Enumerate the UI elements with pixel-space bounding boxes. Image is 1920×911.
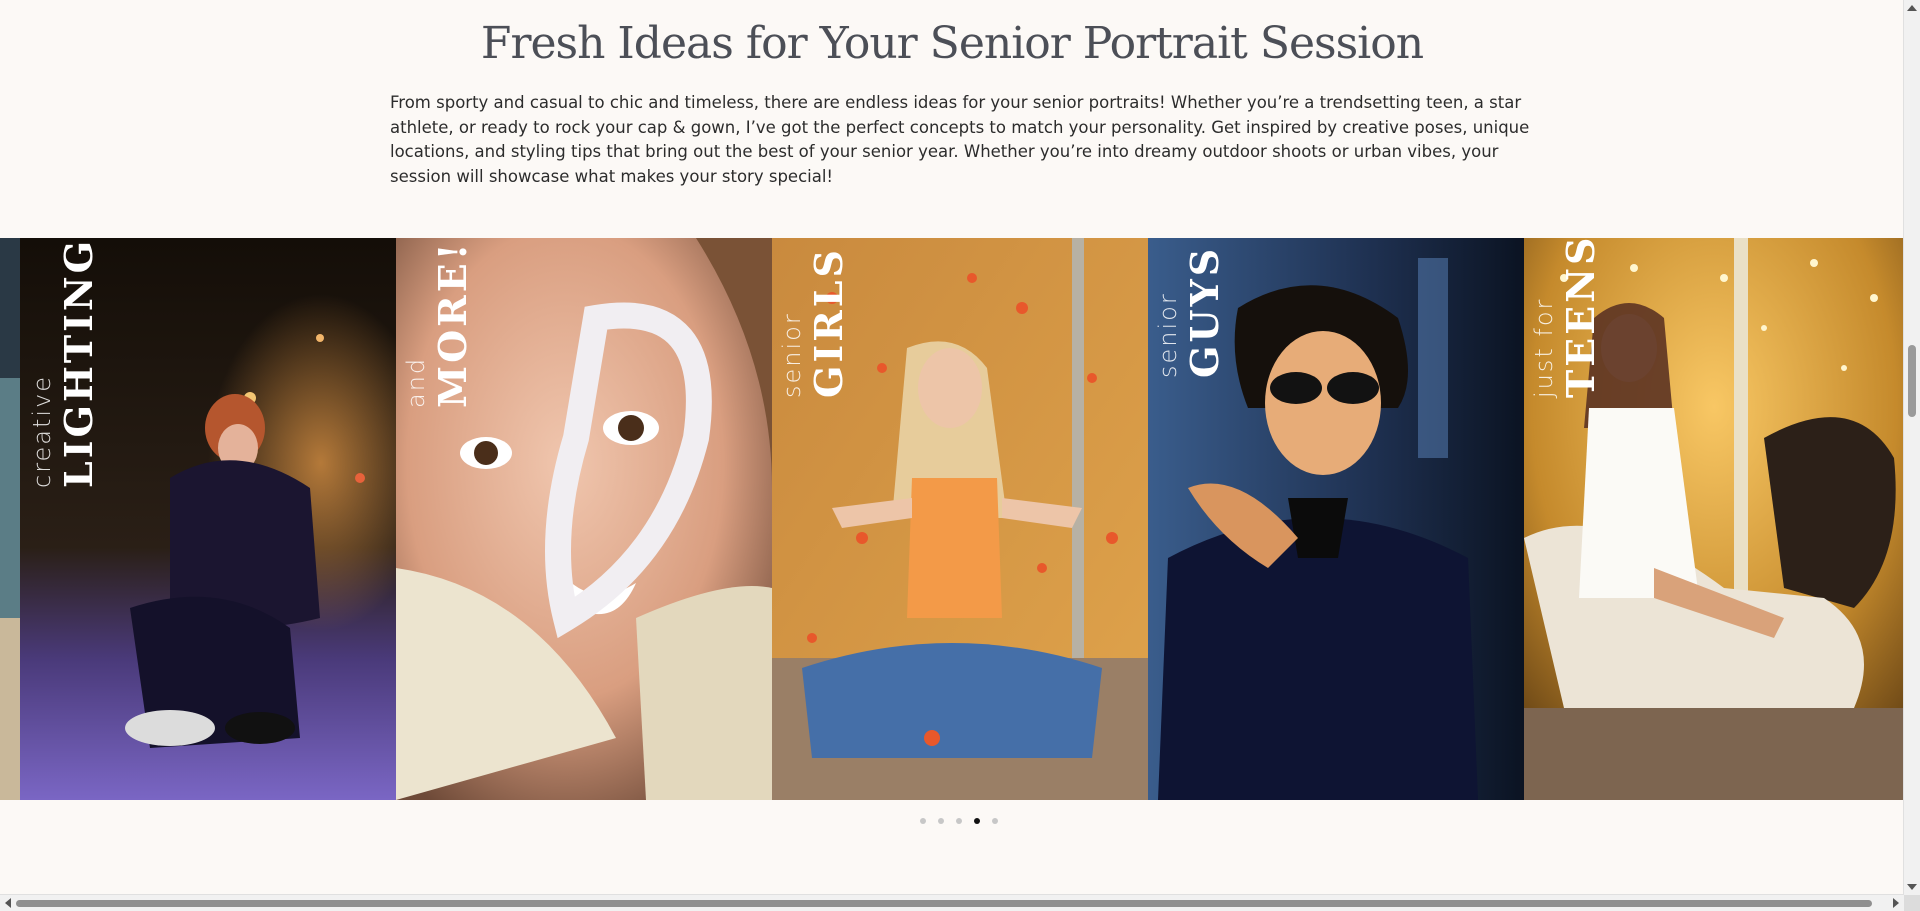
page: Fresh Ideas for Your Senior Portrait Ses…	[0, 0, 1904, 895]
slide-label-small: and	[402, 356, 430, 408]
vertical-scrollbar[interactable]	[1903, 0, 1920, 895]
carousel-dot-1[interactable]	[920, 818, 926, 824]
horizontal-scrollbar[interactable]	[0, 894, 1904, 911]
carousel-photo	[0, 238, 20, 800]
carousel-dot-4-active[interactable]	[974, 818, 980, 824]
slide-label-big: LIGHTING	[56, 238, 101, 488]
slide-label-small: just for	[1530, 297, 1558, 398]
slide-label-big: MORE!	[430, 240, 475, 408]
carousel-slide-girls[interactable]: senior GIRLS	[772, 238, 1148, 800]
slide-label-small: creative	[28, 374, 56, 488]
carousel-slide-teens[interactable]: just for TEENS	[1524, 238, 1904, 800]
slide-label-small: senior	[778, 312, 806, 398]
vertical-scroll-thumb[interactable]	[1908, 345, 1916, 417]
scroll-up-arrow-icon[interactable]	[1907, 5, 1917, 11]
carousel-pagination	[920, 818, 998, 824]
scroll-right-arrow-icon[interactable]	[1893, 898, 1899, 908]
slide-label-small: senior	[1154, 292, 1182, 378]
carousel-dot-2[interactable]	[938, 818, 944, 824]
slide-label-big: GUYS	[1182, 245, 1227, 378]
carousel-slide-partial[interactable]	[0, 238, 20, 800]
slide-label-big: TEENS	[1558, 238, 1603, 398]
carousel-slide-more[interactable]: and MORE!	[396, 238, 772, 800]
section-title: Fresh Ideas for Your Senior Portrait Ses…	[480, 18, 1424, 69]
image-carousel[interactable]: creative LIGHTING and MORE! senior GIRLS…	[0, 238, 1904, 800]
carousel-dot-3[interactable]	[956, 818, 962, 824]
scroll-left-arrow-icon[interactable]	[5, 898, 11, 908]
horizontal-scroll-thumb[interactable]	[16, 900, 1872, 907]
carousel-slide-guys[interactable]: senior GUYS	[1148, 238, 1524, 800]
carousel-dot-5[interactable]	[992, 818, 998, 824]
slide-label-big: GIRLS	[806, 247, 851, 398]
section-intro: From sporty and casual to chic and timel…	[390, 93, 1530, 186]
carousel-slide-lighting[interactable]: creative LIGHTING	[20, 238, 396, 800]
scrollbar-corner	[1904, 895, 1920, 911]
scroll-down-arrow-icon[interactable]	[1907, 884, 1917, 890]
